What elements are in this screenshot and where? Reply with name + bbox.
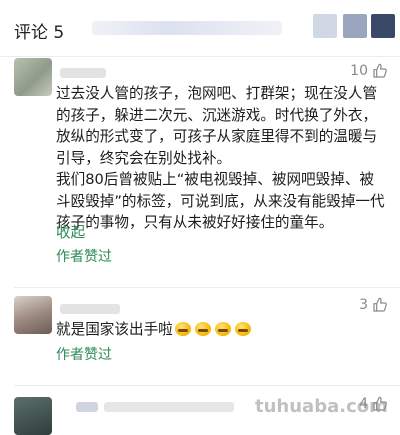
sweat-smile-emoji-icon <box>174 321 193 337</box>
comment-body: 就是国家该出手啦 <box>56 321 173 338</box>
blurred-username[interactable] <box>104 402 234 412</box>
like-button[interactable]: 10 <box>350 63 388 79</box>
avatar[interactable] <box>14 397 52 435</box>
divider <box>0 56 400 57</box>
author-liked-badge: 作者赞过 <box>56 347 112 363</box>
comment-text: 就是国家该出手啦 <box>56 318 253 339</box>
blurred-header-text <box>92 21 282 35</box>
sweat-smile-emoji-icon <box>234 321 253 337</box>
blurred-avatar[interactable] <box>371 14 395 38</box>
blurred-avatar[interactable] <box>343 14 367 38</box>
avatar[interactable] <box>14 58 52 96</box>
sweat-smile-emoji-icon <box>194 321 213 337</box>
blurred-username[interactable] <box>76 402 98 412</box>
divider <box>14 287 400 288</box>
blurred-avatar[interactable] <box>313 14 337 38</box>
blurred-username[interactable] <box>60 68 106 78</box>
collapse-link[interactable]: 收起 <box>56 221 85 242</box>
divider <box>14 385 400 386</box>
thumb-up-icon <box>373 63 387 78</box>
avatar[interactable] <box>14 296 52 334</box>
comment-text: 过去没人管的孩子，泡网吧、打群架；现在没人管的孩子，躲进二次元、沉迷游戏。时代换… <box>56 83 388 234</box>
watermark: tuhuaba.com <box>255 396 388 417</box>
comment-paragraph: 过去没人管的孩子，泡网吧、打群架；现在没人管的孩子，躲进二次元、沉迷游戏。时代换… <box>56 85 378 167</box>
like-count: 3 <box>359 297 368 313</box>
author-liked-badge: 作者赞过 <box>56 249 112 265</box>
comments-header: 评论 5 <box>0 0 400 56</box>
like-button[interactable]: 3 <box>359 297 388 313</box>
comment-paragraph: 我们80后曾被贴上“被电视毁掉、被网吧毁掉、被斗殴毁掉”的标签，可说到底，从来没… <box>56 171 385 231</box>
sweat-smile-emoji-icon <box>214 321 233 337</box>
blurred-username[interactable] <box>60 304 120 314</box>
like-count: 10 <box>350 63 368 79</box>
thumb-up-icon <box>373 297 387 312</box>
comments-title: 评论 5 <box>14 23 65 43</box>
